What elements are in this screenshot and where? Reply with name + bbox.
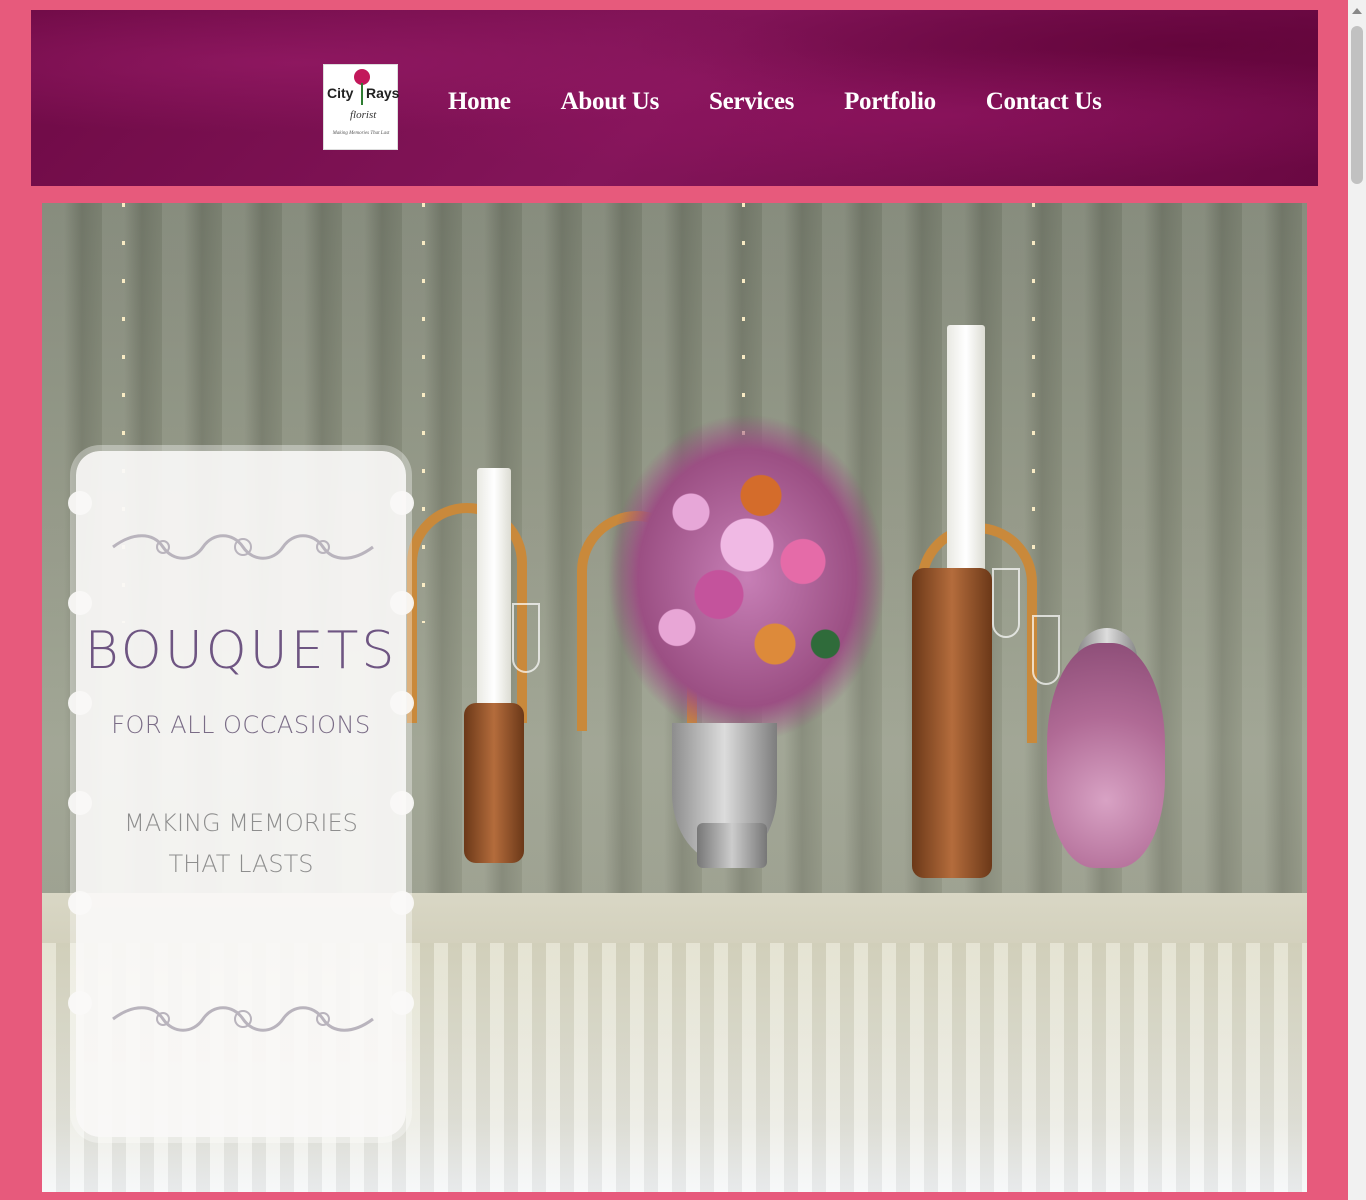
flourish-top-icon: [112, 534, 374, 560]
hero-tagline-line-1: MAKING MEMORIES: [124, 809, 358, 837]
card-scallop: [68, 891, 92, 915]
rose-stem-icon: [361, 83, 363, 105]
card-scallop: [390, 491, 414, 515]
card-scallop: [68, 591, 92, 615]
candle: [477, 468, 511, 713]
nav-home[interactable]: Home: [448, 88, 511, 116]
card-scallop: [68, 491, 92, 515]
scroll-up-arrow-icon[interactable]: [1352, 8, 1362, 14]
logo-brand-left: City: [327, 85, 354, 101]
candle-holder: [912, 568, 992, 878]
scrollbar-thumb[interactable]: [1351, 26, 1363, 184]
hero-title: BOUQUETS: [84, 621, 398, 681]
crystal-lantern: [1047, 643, 1165, 868]
hero-text-card: BOUQUETS FOR ALL OCCASIONS MAKING MEMORI…: [68, 451, 414, 1137]
card-scallop: [390, 591, 414, 615]
nav-contact-us[interactable]: Contact Us: [986, 88, 1102, 116]
hero-tagline: MAKING MEMORIES THAT LASTS: [76, 803, 406, 885]
card-scallop: [390, 891, 414, 915]
nav-services[interactable]: Services: [709, 88, 794, 116]
flourish-bottom-icon: [112, 1006, 374, 1032]
candle-holder: [464, 703, 524, 863]
logo-brand-right: Rays: [366, 85, 400, 101]
hero-banner: BOUQUETS FOR ALL OCCASIONS MAKING MEMORI…: [42, 203, 1307, 1192]
wine-glass: [512, 603, 540, 673]
main-nav: Home About Us Services Portfolio Contact…: [448, 88, 1152, 116]
logo-tagline: Making Memories That Last: [332, 131, 390, 136]
card-scallop: [390, 991, 414, 1015]
vase-base: [697, 823, 767, 868]
site-header: City Rays florist Making Memories That L…: [31, 10, 1318, 186]
nav-portfolio[interactable]: Portfolio: [844, 88, 936, 116]
nav-about-us[interactable]: About Us: [561, 88, 660, 116]
hero-tagline-line-2: THAT LASTS: [168, 850, 314, 878]
card-scallop: [68, 991, 92, 1015]
logo-subtitle: florist: [350, 109, 377, 121]
flower-arrangement: [607, 413, 887, 743]
site-logo[interactable]: City Rays florist Making Memories That L…: [323, 64, 400, 150]
wine-glass: [1032, 615, 1060, 685]
wine-glass: [992, 568, 1020, 638]
hero-subtitle: FOR ALL OCCASIONS: [111, 711, 371, 739]
candle: [947, 325, 985, 575]
vertical-scrollbar[interactable]: [1348, 0, 1366, 1200]
